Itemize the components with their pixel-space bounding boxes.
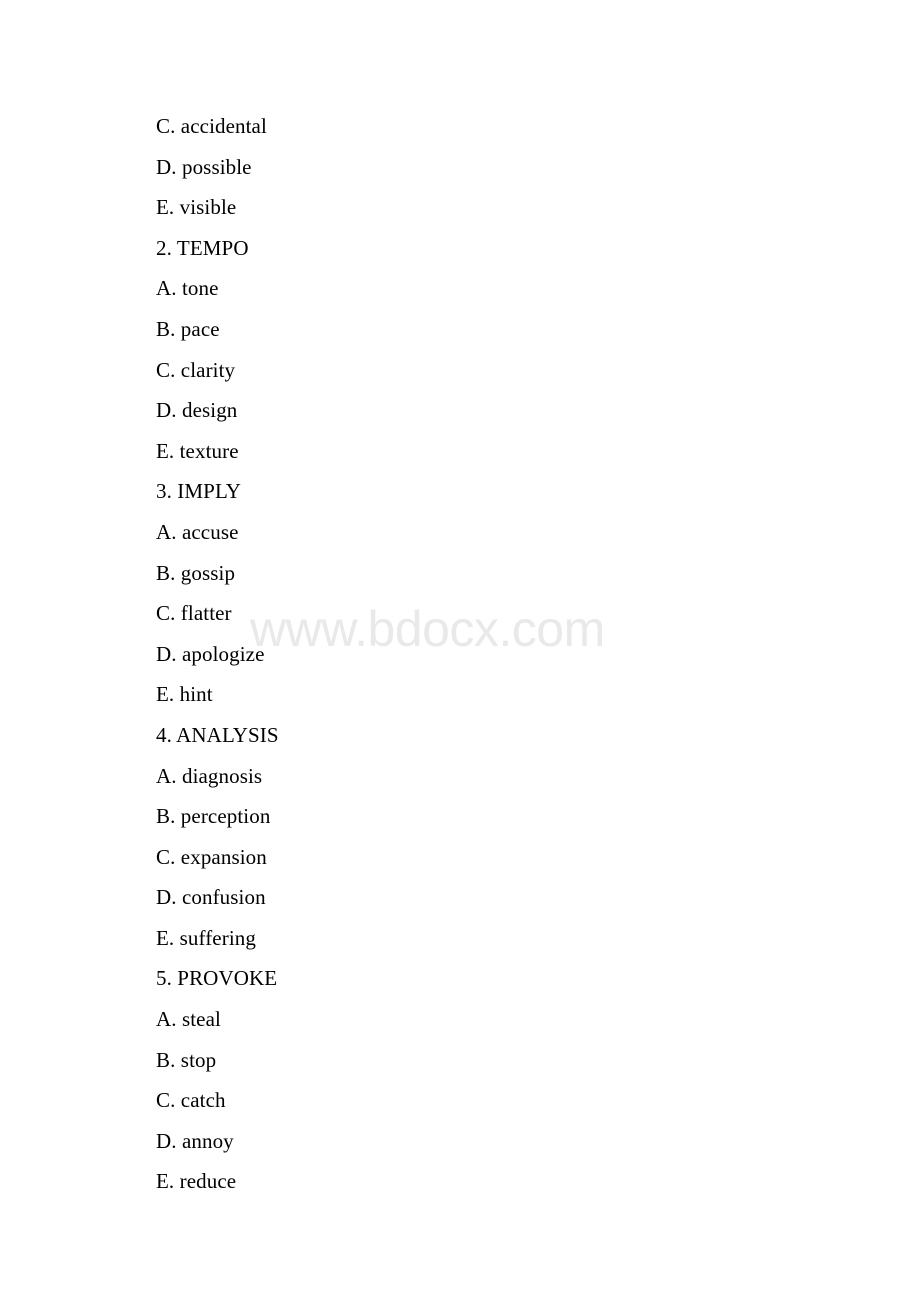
answer-option-line: A. diagnosis bbox=[156, 763, 263, 788]
document-text-body: C. accidental D. possible E. visible 2. TEM… bbox=[156, 106, 776, 1202]
answer-option-line: E. reduce bbox=[156, 1169, 237, 1194]
answer-option-line: B. stop bbox=[156, 1047, 217, 1072]
question-headword-line: 5. PROVOKE bbox=[156, 966, 278, 991]
answer-option-line: D. annoy bbox=[156, 1128, 234, 1153]
answer-option-line: A. steal bbox=[156, 1007, 221, 1032]
answer-option-line: C. accidental bbox=[156, 114, 267, 138]
answer-option-line: D. apologize bbox=[156, 641, 265, 666]
answer-option-line: E. suffering bbox=[156, 925, 256, 950]
question-headword-line: 4. ANALYSIS bbox=[156, 722, 279, 747]
answer-option-line: C. clarity bbox=[156, 357, 236, 382]
answer-option-line: D. confusion bbox=[156, 885, 266, 910]
answer-option-line: B. perception bbox=[156, 804, 271, 829]
answer-option-line: D. design bbox=[156, 398, 238, 423]
answer-option-line: B. pace bbox=[156, 316, 220, 341]
answer-option-line: C. flatter bbox=[156, 601, 232, 626]
answer-option-line: C. expansion bbox=[156, 844, 267, 869]
answer-option-line: A. accuse bbox=[156, 519, 239, 544]
document-page: www.bdocx.com C. accidental D. possible E.… bbox=[0, 0, 920, 1302]
answer-option-line: B. gossip bbox=[156, 560, 236, 585]
question-headword-line: 3. IMPLY bbox=[156, 479, 242, 504]
question-headword-line: 2. TEMPO bbox=[156, 235, 249, 260]
answer-option-line: E. hint bbox=[156, 682, 213, 707]
answer-option-line: C. catch bbox=[156, 1088, 226, 1113]
answer-option-line: E. visible bbox=[156, 195, 237, 220]
answer-option-line: E. texture bbox=[156, 438, 239, 463]
answer-option-line: D. possible bbox=[156, 154, 252, 179]
answer-option-line: A. tone bbox=[156, 276, 219, 301]
